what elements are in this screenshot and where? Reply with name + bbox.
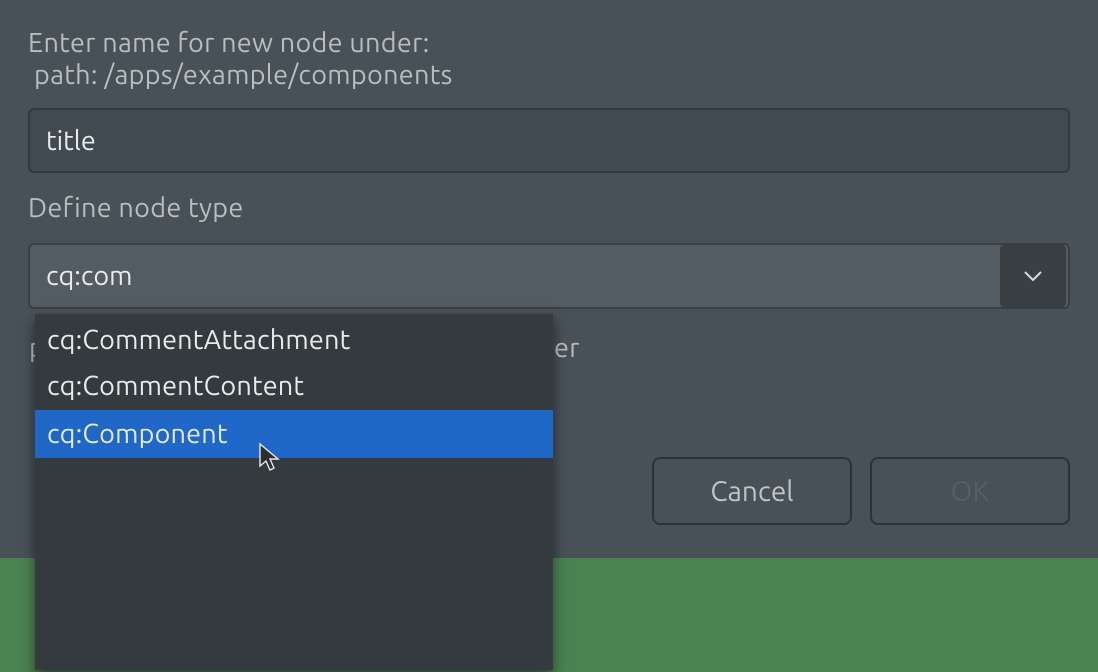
dropdown-item-comment-attachment[interactable]: cq:CommentAttachment: [35, 314, 553, 362]
obscured-text-right: er: [554, 333, 580, 363]
dropdown-item-component[interactable]: cq:Component: [35, 410, 553, 458]
node-type-input[interactable]: [30, 261, 1000, 291]
cancel-button[interactable]: Cancel: [652, 457, 852, 525]
chevron-down-icon: [1024, 267, 1042, 285]
node-type-dropdown-list[interactable]: cq:CommentAttachment cq:CommentContent c…: [35, 314, 553, 670]
cursor-icon: [258, 442, 282, 476]
node-type-dropdown-button[interactable]: [1000, 245, 1066, 307]
prompt-line-1: Enter name for new node under:: [28, 28, 1070, 58]
dialog-buttons: Cancel OK: [652, 457, 1070, 525]
ok-button[interactable]: OK: [870, 457, 1070, 525]
node-name-input-wrap[interactable]: [28, 108, 1070, 173]
node-type-combo-inner[interactable]: [28, 243, 1070, 309]
node-type-label: Define node type: [28, 193, 1070, 223]
prompt-line-2: path: /apps/example/components: [34, 60, 1070, 90]
node-type-combo[interactable]: [28, 243, 1070, 309]
dropdown-item-comment-content[interactable]: cq:CommentContent: [35, 362, 553, 410]
node-name-input[interactable]: [46, 126, 1052, 156]
